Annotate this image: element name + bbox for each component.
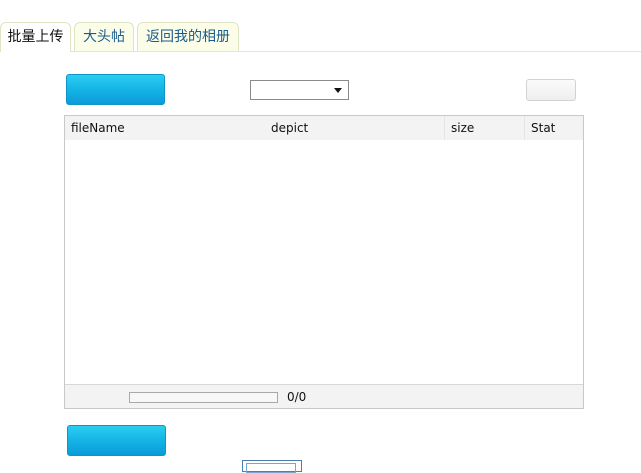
upload-progress-count: 0/0	[287, 390, 307, 404]
column-divider	[524, 116, 525, 140]
select-files-button[interactable]	[66, 74, 165, 105]
file-list-body[interactable]	[65, 140, 583, 384]
column-header-filename: fileName	[71, 121, 125, 135]
chevron-down-icon	[334, 88, 342, 93]
column-header-depict: depict	[271, 121, 309, 135]
column-header-size: size	[451, 121, 475, 135]
tab-divider	[0, 51, 641, 52]
column-header-stat: Stat	[531, 121, 556, 135]
upload-progress-bar	[129, 392, 278, 403]
tab-back-to-album[interactable]: 返回我的相册	[137, 22, 239, 51]
album-select[interactable]	[250, 80, 349, 100]
file-list-header: fileName depict size Stat	[65, 116, 583, 140]
column-divider	[444, 116, 445, 140]
tab-photo-sticker[interactable]: 大头帖	[74, 22, 134, 51]
file-list-panel: fileName depict size Stat 0/0	[64, 115, 584, 409]
tab-bar: 批量上传 大头帖 返回我的相册	[0, 0, 641, 52]
file-list-footer: 0/0	[65, 384, 583, 408]
bottom-control[interactable]	[242, 460, 302, 473]
confirm-button[interactable]	[526, 79, 576, 101]
start-upload-button[interactable]	[67, 425, 166, 456]
tab-batch-upload[interactable]: 批量上传	[0, 22, 71, 52]
